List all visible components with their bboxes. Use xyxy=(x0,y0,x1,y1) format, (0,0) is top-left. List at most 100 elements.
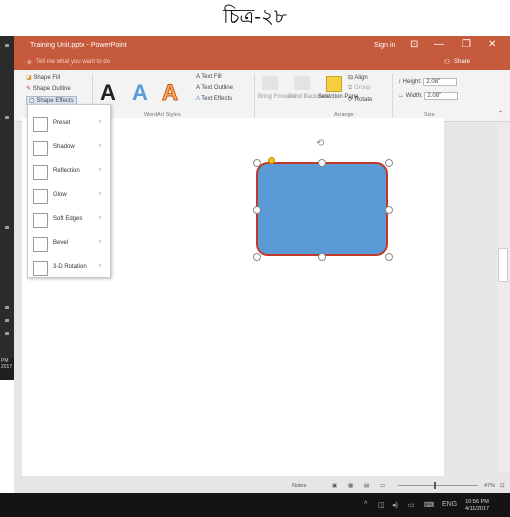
menu-item-soft-edges[interactable]: Soft Edges › xyxy=(28,209,112,231)
resize-handle[interactable] xyxy=(318,159,326,167)
normal-view-icon[interactable]: ▣ xyxy=(332,483,337,489)
tell-me-bar: ✧ Tell me what you want to do ⚇ Share xyxy=(14,56,510,70)
reflection-icon xyxy=(33,165,48,180)
pen-icon: ✎ xyxy=(26,86,32,92)
background-clock-date: 2017 xyxy=(1,364,13,370)
reading-view-icon[interactable]: ▤ xyxy=(364,483,369,489)
chevron-right-icon: › xyxy=(99,263,101,269)
chevron-right-icon: › xyxy=(99,239,101,245)
menu-item-bevel[interactable]: Bevel › xyxy=(28,233,112,255)
resize-handle[interactable] xyxy=(385,253,393,261)
wordart-style-black[interactable]: A xyxy=(100,80,116,106)
shape-outline-button[interactable]: ✎ Shape Outline xyxy=(26,85,71,92)
group-button[interactable]: ⧉ Group xyxy=(348,85,371,92)
lightbulb-icon: ✧ xyxy=(26,58,33,67)
bevel-icon xyxy=(33,237,48,252)
background-window-strip xyxy=(0,36,14,376)
taskbar-clock[interactable]: 10:56 PM 4/11/2017 xyxy=(465,499,489,513)
chevron-up-icon[interactable]: ^ xyxy=(364,501,367,508)
volume-icon[interactable]: ◂) xyxy=(392,501,398,509)
group-label: Group xyxy=(353,85,371,91)
resize-handle[interactable] xyxy=(385,206,393,214)
fit-slide-icon[interactable]: ⊡ xyxy=(500,483,505,489)
rotate-button[interactable]: ⟳ Rotate xyxy=(348,96,372,103)
collapse-ribbon-icon[interactable]: ⌃ xyxy=(498,110,503,117)
height-input[interactable]: 2.08" xyxy=(423,78,458,86)
resize-handle[interactable] xyxy=(253,253,261,261)
paint-bucket-icon: ◪ xyxy=(26,75,32,81)
close-button[interactable]: ✕ xyxy=(488,39,496,50)
resize-handle[interactable] xyxy=(253,206,261,214)
scrollbar-thumb[interactable] xyxy=(498,248,508,282)
resize-handle[interactable] xyxy=(318,253,326,261)
menu-item-label: Reflection xyxy=(53,168,80,174)
menu-item-label: Bevel xyxy=(53,240,69,246)
group-icon: ⧉ xyxy=(348,85,353,91)
slideshow-icon[interactable]: ▭ xyxy=(380,483,385,489)
title-bar: Training Unit.pptx - PowerPoint Sign in … xyxy=(14,36,510,56)
align-button[interactable]: ⊟ Align xyxy=(348,74,368,81)
zoom-slider-thumb[interactable] xyxy=(434,482,436,489)
text-outline-label: Text Outline xyxy=(201,85,233,91)
align-icon: ⊟ xyxy=(348,75,354,81)
shape-outline-label: Shape Outline xyxy=(32,86,71,92)
preset-icon xyxy=(33,117,48,132)
selection-pane-icon xyxy=(326,76,342,92)
battery-icon[interactable]: ▭ xyxy=(408,501,415,509)
notes-button[interactable]: Notes xyxy=(292,483,306,489)
zoom-slider[interactable] xyxy=(398,485,478,486)
bring-forward-icon xyxy=(262,76,278,90)
height-field[interactable]: ↕ Height: 2.08" xyxy=(398,78,458,86)
wordart-style-orange[interactable]: A xyxy=(162,80,179,106)
width-label: Width: xyxy=(405,93,423,99)
status-bar: Notes ▣ ▦ ▤ ▭ 47% ⊡ xyxy=(14,479,510,493)
window-title: Training Unit.pptx - PowerPoint xyxy=(30,42,127,49)
width-input[interactable]: 2.08" xyxy=(424,92,459,100)
sign-in-link[interactable]: Sign in xyxy=(374,42,395,49)
rounded-rectangle-shape[interactable] xyxy=(256,162,388,256)
vertical-scrollbar[interactable] xyxy=(497,122,510,472)
maximize-button[interactable]: ❐ xyxy=(462,39,471,50)
ribbon-separator xyxy=(254,74,255,118)
soft-edges-icon xyxy=(33,213,48,228)
width-field[interactable]: ↔ Width: 2.08" xyxy=(398,92,459,100)
ribbon-display-options-icon[interactable]: ⊡ xyxy=(410,39,418,50)
figure-caption: চিত্র-২৮ xyxy=(0,0,510,36)
menu-item-label: Soft Edges xyxy=(53,216,83,222)
align-label: Align xyxy=(354,75,368,81)
menu-item-label: 3-D Rotation xyxy=(53,264,87,270)
width-icon: ↔ xyxy=(398,93,404,99)
zoom-level[interactable]: 47% xyxy=(484,483,495,489)
share-button[interactable]: Share xyxy=(454,59,470,65)
windows-taskbar: ^ ◫ ◂) ▭ ⌨ ENG 10:56 PM 4/11/2017 xyxy=(0,493,510,517)
resize-handle[interactable] xyxy=(385,159,393,167)
language-icon[interactable]: ENG xyxy=(442,501,457,508)
menu-item-shadow[interactable]: Shadow › xyxy=(28,137,112,159)
shape-effects-menu: Preset › Shadow › Reflection › Glow › So… xyxy=(27,104,111,278)
tell-me-input[interactable]: Tell me what you want to do xyxy=(36,59,110,65)
adjustment-handle[interactable] xyxy=(268,157,275,164)
chevron-right-icon: › xyxy=(99,215,101,221)
menu-item-preset[interactable]: Preset › xyxy=(28,113,112,135)
network-icon[interactable]: ◫ xyxy=(378,501,385,509)
chevron-right-icon: › xyxy=(99,119,101,125)
rotate-handle-icon[interactable]: ⟲ xyxy=(316,139,326,149)
text-effects-button[interactable]: A Text Effects xyxy=(196,96,232,102)
wordart-style-blue[interactable]: A xyxy=(132,80,148,106)
shape-fill-button[interactable]: ◪ Shape Fill xyxy=(26,74,60,81)
menu-item-reflection[interactable]: Reflection › xyxy=(28,161,112,183)
shape-fill-label: Shape Fill xyxy=(33,75,61,81)
menu-item-label: Preset xyxy=(53,120,71,126)
menu-item-label: Shadow xyxy=(53,144,75,150)
resize-handle[interactable] xyxy=(253,159,261,167)
menu-item-glow[interactable]: Glow › xyxy=(28,185,112,207)
shadow-icon xyxy=(33,141,48,156)
keyboard-icon[interactable]: ⌨ xyxy=(424,501,434,509)
text-outline-button[interactable]: A Text Outline xyxy=(196,85,233,91)
text-fill-button[interactable]: A Text Fill xyxy=(196,74,222,80)
height-label: Height: xyxy=(402,79,422,85)
chevron-right-icon: › xyxy=(99,143,101,149)
slide-sorter-icon[interactable]: ▦ xyxy=(348,483,353,489)
menu-item-3d-rotation[interactable]: 3-D Rotation › xyxy=(28,257,112,279)
minimize-button[interactable]: — xyxy=(434,39,444,50)
